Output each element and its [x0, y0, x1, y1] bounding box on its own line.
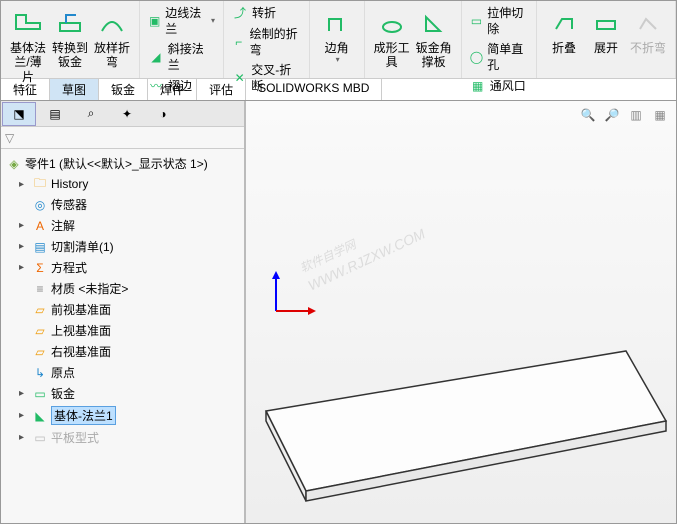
edge-flange-icon: ▣	[148, 14, 161, 30]
tree-cutlist[interactable]: ▸▤切割清单(1)	[3, 236, 242, 257]
equation-icon: Σ	[31, 260, 49, 276]
corner-icon	[321, 7, 353, 39]
part-icon: ◈	[5, 156, 23, 172]
tree-annotations[interactable]: ▸A注解	[3, 215, 242, 236]
corner-gusset-button[interactable]: 钣金角撑板	[413, 5, 455, 72]
plane-icon: ▱	[31, 323, 49, 339]
view-tools: 🔍 🔎 ▥ ▦	[578, 105, 670, 125]
sensor-icon: ◎	[31, 197, 49, 213]
tab-weldments[interactable]: 焊件	[148, 79, 197, 100]
jog-button[interactable]: ⤴转折	[230, 5, 303, 23]
jog-icon: ⤴	[232, 6, 248, 22]
tree-sensors[interactable]: ◎传感器	[3, 194, 242, 215]
convert-icon	[54, 7, 86, 39]
tree-tab-config[interactable]: ⌕	[74, 102, 108, 126]
tab-evaluate[interactable]: 评估	[197, 79, 246, 100]
sketch-bend-icon: ⌐	[232, 35, 246, 51]
edge-flange-button[interactable]: ▣边线法兰▾	[146, 5, 217, 38]
tree-tab-dim[interactable]: ✦	[110, 102, 144, 126]
graphics-viewport[interactable]: 🔍 🔎 ▥ ▦ 软件自学网 WWW.RJZXW.COM	[246, 101, 676, 523]
simple-hole-button[interactable]: ◯简单直孔	[468, 41, 530, 74]
filter-icon[interactable]: ▽	[5, 131, 14, 145]
nobend-icon	[632, 7, 664, 39]
plane-icon: ▱	[31, 344, 49, 360]
tree-sheetmetal-folder[interactable]: ▸▭钣金	[3, 383, 242, 404]
tree-toolbar: ⬔ ▤ ⌕ ✦ ◑	[1, 101, 244, 127]
sheetmetal-icon: ▭	[31, 386, 49, 402]
section-icon[interactable]: ▥	[626, 105, 646, 125]
tree-base-flange1[interactable]: ▸◣基体-法兰1	[3, 404, 242, 427]
tree-tab-display[interactable]: ◑	[146, 102, 180, 126]
tree-tab-property[interactable]: ▤	[38, 102, 72, 126]
tree-tab-feature[interactable]: ⬔	[2, 102, 36, 126]
zoom-fit-icon[interactable]: 🔍	[578, 105, 598, 125]
command-tabs: 特征 草图 钣金 焊件 评估 SOLIDWORKS MBD	[1, 79, 676, 101]
plane-icon: ▱	[31, 302, 49, 318]
lofted-icon	[96, 7, 128, 39]
tab-mbd[interactable]: SOLIDWORKS MBD	[246, 79, 382, 100]
miter-icon: ◢	[148, 50, 164, 66]
tree-history[interactable]: ▸🗀History	[3, 174, 242, 194]
ribbon: 基体法兰/薄片 转换到钣金 放样折弯 ▣边线法兰▾ ◢斜接法兰 〰褶边 ⤴转折 …	[1, 1, 676, 79]
tree-front-plane[interactable]: ▱前视基准面	[3, 299, 242, 320]
flange-icon	[12, 7, 44, 39]
forming-icon	[376, 7, 408, 39]
zoom-area-icon[interactable]: 🔎	[602, 105, 622, 125]
sketched-bend-button[interactable]: ⌐绘制的折弯	[230, 26, 303, 59]
hole-icon: ◯	[470, 50, 484, 66]
display-style-icon[interactable]: ▦	[650, 105, 670, 125]
vent-icon: ▦	[470, 78, 486, 94]
cut-icon: ▭	[470, 14, 484, 30]
material-icon: ≡	[31, 281, 49, 297]
convert-sheetmetal-button[interactable]: 转换到钣金	[49, 5, 91, 72]
tree-material[interactable]: ≡材质 <未指定>	[3, 278, 242, 299]
tree-top-plane[interactable]: ▱上视基准面	[3, 320, 242, 341]
cutlist-icon: ▤	[31, 239, 49, 255]
tab-sketch[interactable]: 草图	[50, 79, 99, 100]
tree-equations[interactable]: ▸Σ方程式	[3, 257, 242, 278]
flange-feature-icon: ◣	[31, 408, 49, 424]
base-flange-button[interactable]: 基体法兰/薄片	[7, 5, 49, 86]
sheet-part	[256, 291, 676, 521]
extruded-cut-button[interactable]: ▭拉伸切除	[468, 5, 530, 38]
lofted-bend-button[interactable]: 放样折弯	[91, 5, 133, 72]
history-icon: 🗀	[31, 176, 49, 192]
tree-root[interactable]: ◈ 零件1 (默认<<默认>_显示状态 1>)	[3, 153, 242, 174]
feature-tree: ◈ 零件1 (默认<<默认>_显示状态 1>) ▸🗀History ◎传感器 ▸…	[1, 149, 244, 523]
unfold-button[interactable]: 展开	[585, 5, 627, 57]
vent-button[interactable]: ▦通风口	[468, 77, 530, 95]
fold-button[interactable]: 折叠	[543, 5, 585, 57]
feature-tree-panel: ⬔ ▤ ⌕ ✦ ◑ ▽ ◈ 零件1 (默认<<默认>_显示状态 1>) ▸🗀Hi…	[1, 101, 246, 523]
annotation-icon: A	[31, 218, 49, 234]
miter-flange-button[interactable]: ◢斜接法兰	[146, 41, 217, 74]
origin-icon: ↳	[31, 365, 49, 381]
tree-flat-pattern[interactable]: ▸▭平板型式	[3, 427, 242, 448]
tree-origin[interactable]: ↳原点	[3, 362, 242, 383]
forming-tool-button[interactable]: 成形工具	[371, 5, 413, 72]
corner-button[interactable]: 边角▾	[316, 5, 358, 67]
tab-features[interactable]: 特征	[1, 79, 50, 100]
unfold-icon	[590, 7, 622, 39]
tree-right-plane[interactable]: ▱右视基准面	[3, 341, 242, 362]
no-bends-button[interactable]: 不折弯	[627, 5, 669, 57]
gusset-icon	[418, 7, 450, 39]
tab-sheetmetal[interactable]: 钣金	[99, 79, 148, 100]
flat-icon: ▭	[31, 430, 49, 446]
fold-icon	[548, 7, 580, 39]
